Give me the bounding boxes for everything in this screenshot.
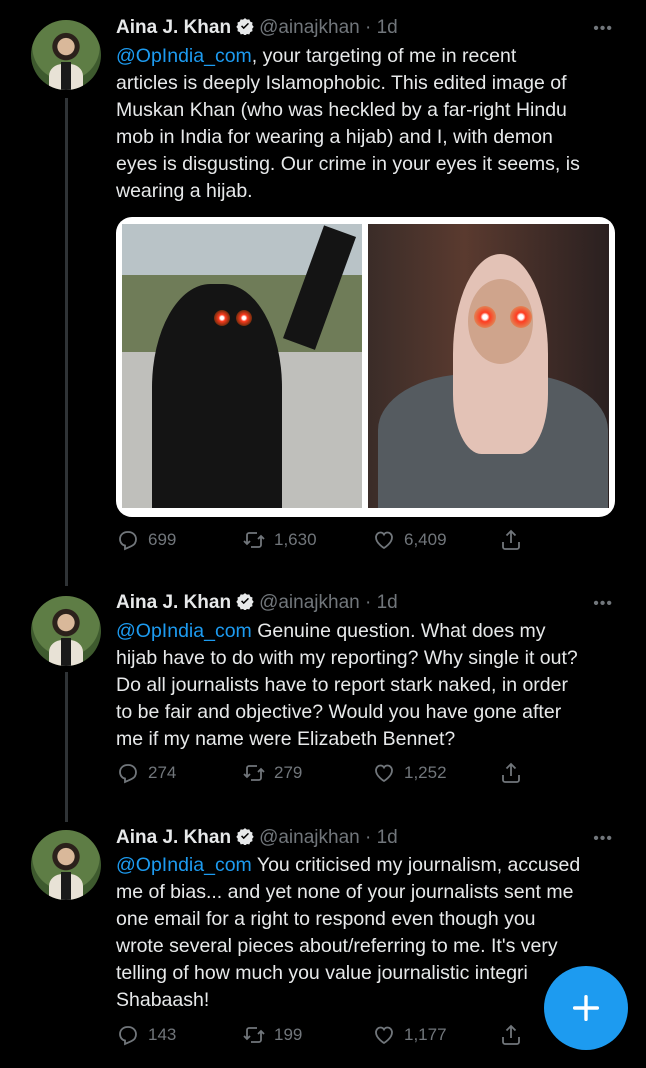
tweet-text: @OpIndia_com You criticised my journalis… [116, 852, 621, 1014]
share-button[interactable] [499, 1023, 523, 1047]
retweet-icon [243, 1027, 265, 1043]
reply-count: 143 [148, 1025, 177, 1044]
author-name[interactable]: Aina J. Khan [116, 827, 231, 848]
avatar[interactable] [31, 830, 101, 900]
retweet-count: 199 [274, 1025, 303, 1044]
more-options-button[interactable]: ••• [593, 830, 613, 848]
reply-icon [119, 1026, 137, 1046]
mention-link[interactable]: @OpIndia_com [116, 854, 252, 876]
tweet-body: You criticised my journalism, accused me… [116, 854, 581, 1011]
compose-plus-icon [572, 994, 600, 1022]
tweet-3[interactable]: Aina J. Khan @ainajkhan · 1d ••• @OpIndia… [0, 0, 646, 1068]
tweet-actions: 143 199 1,177 [116, 1023, 546, 1053]
like-button[interactable]: 1,177 [372, 1023, 447, 1047]
verified-icon [236, 828, 254, 845]
author-handle[interactable]: @ainajkhan · 1d [259, 827, 398, 848]
retweet-button[interactable]: 199 [242, 1023, 302, 1047]
like-count: 1,177 [404, 1025, 447, 1044]
tweet-header: Aina J. Khan @ainajkhan · 1d [116, 827, 398, 849]
share-icon [502, 1024, 520, 1045]
compose-tweet-button[interactable] [544, 966, 628, 1050]
reply-button[interactable]: 143 [116, 1023, 176, 1047]
like-icon [375, 1026, 393, 1045]
